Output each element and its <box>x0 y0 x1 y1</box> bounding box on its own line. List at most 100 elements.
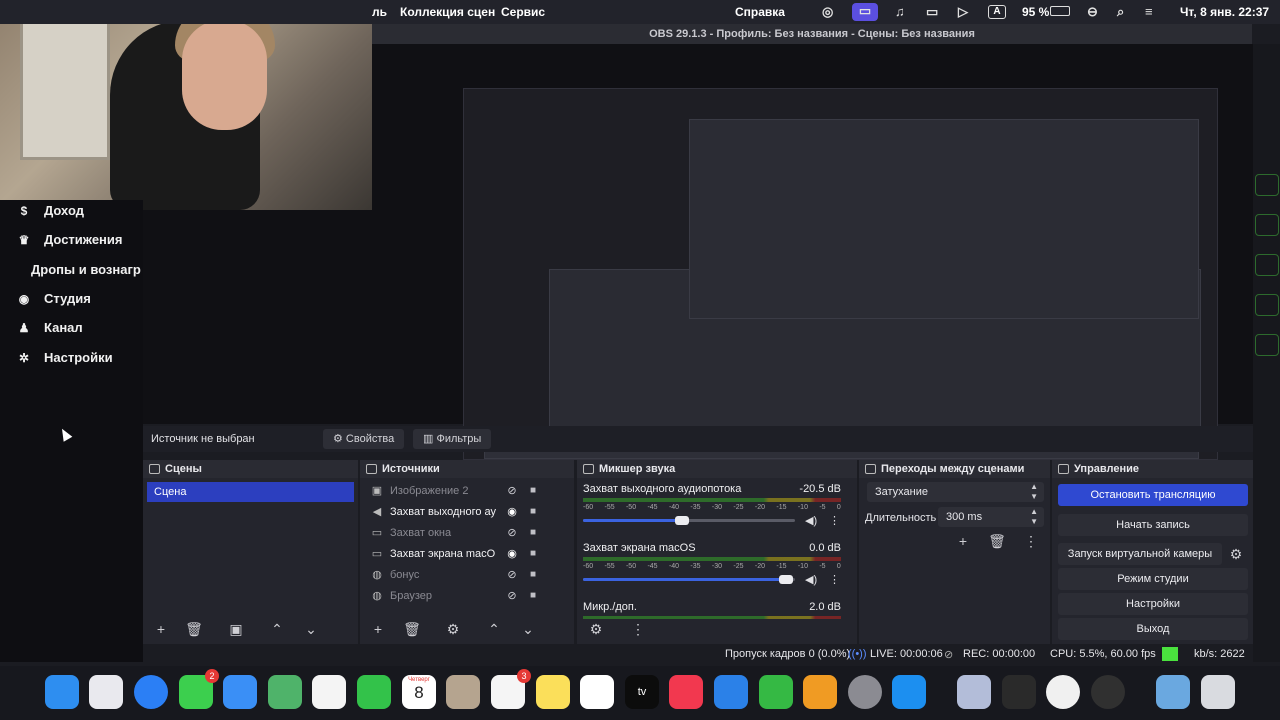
volume-slider[interactable] <box>583 516 795 525</box>
maps-icon[interactable] <box>268 675 302 709</box>
lock-icon[interactable]: ■ <box>528 481 538 501</box>
move-down-button[interactable]: ⌄ <box>300 618 322 640</box>
eye-slash-icon[interactable]: ⊘ <box>505 586 519 606</box>
eye-slash-icon[interactable]: ⊘ <box>505 523 519 543</box>
sidebar-item-channel[interactable]: ♟ Канал <box>18 320 83 335</box>
sidebar-item-income[interactable]: $ Доход <box>18 203 84 218</box>
mail-icon[interactable] <box>223 675 257 709</box>
edge-button[interactable] <box>1255 174 1279 196</box>
source-item[interactable]: ◍ Браузер <box>370 586 550 606</box>
sidebar-item-studio[interactable]: ◉ Студия <box>18 291 91 306</box>
edge-button[interactable] <box>1255 254 1279 276</box>
sidebar-item-achievements[interactable]: ♛ Достижения <box>18 232 123 247</box>
contacts-icon[interactable] <box>446 675 480 709</box>
trash-bin-icon[interactable] <box>1201 675 1235 709</box>
battery-icon[interactable] <box>1050 6 1070 16</box>
eye-slash-icon[interactable]: ⊘ <box>505 565 519 585</box>
gear-icon[interactable]: ⚙ <box>585 618 607 640</box>
speaker-icon[interactable]: ◀) <box>805 573 817 586</box>
chrome-icon[interactable] <box>1046 675 1080 709</box>
facetime-icon[interactable] <box>357 675 391 709</box>
keynote-icon[interactable] <box>714 675 748 709</box>
messages-icon[interactable]: 2 <box>179 669 219 709</box>
sidebar-item-settings[interactable]: ✲ Настройки <box>18 350 113 365</box>
menu-item-scene-collection[interactable]: Коллекция сцен <box>400 5 495 19</box>
downloads-folder-icon[interactable] <box>1156 675 1190 709</box>
trash-icon[interactable]: 🗑 <box>401 618 423 640</box>
stop-streaming-button[interactable]: Остановить трансляцию <box>1058 484 1248 506</box>
pages-icon[interactable] <box>803 675 837 709</box>
reminders-icon[interactable]: 3 <box>491 669 531 709</box>
menu-item-tools[interactable]: Сервис <box>501 5 545 19</box>
move-up-button[interactable]: ⌃ <box>266 618 288 640</box>
studio-mode-button[interactable]: Режим студии <box>1058 568 1248 590</box>
start-recording-button[interactable]: Начать запись <box>1058 514 1248 536</box>
filter-scene-button[interactable]: ▣ <box>225 618 247 640</box>
menu-item-edit[interactable]: ль <box>372 5 387 19</box>
system-settings-icon[interactable] <box>848 675 882 709</box>
more-options-icon[interactable]: ⋮ <box>1020 530 1042 552</box>
trash-icon[interactable]: 🗑 <box>986 530 1008 552</box>
more-options-icon[interactable]: ⋮ <box>829 514 840 527</box>
lock-icon[interactable]: ■ <box>528 565 538 585</box>
source-item[interactable]: ◀ Захват выходного ау <box>370 502 550 522</box>
lock-icon[interactable]: ■ <box>528 586 538 606</box>
control-center-icon[interactable]: ≡ <box>1145 4 1153 19</box>
lock-icon[interactable]: ■ <box>528 523 538 543</box>
finder-icon[interactable] <box>45 675 79 709</box>
automator-icon[interactable] <box>957 675 991 709</box>
edge-button[interactable] <box>1255 334 1279 356</box>
settings-button[interactable]: Настройки <box>1058 593 1248 615</box>
source-item[interactable]: ▭ Захват окна <box>370 523 550 543</box>
lock-icon[interactable]: ■ <box>528 502 538 522</box>
menubar-clock[interactable]: Чт, 8 янв. 22:37 <box>1180 5 1269 19</box>
link-icon[interactable]: ⊖ <box>1087 4 1098 20</box>
obs-icon[interactable] <box>1091 675 1125 709</box>
piano-icon[interactable] <box>1002 675 1036 709</box>
lock-icon[interactable]: ■ <box>528 544 538 564</box>
add-source-button[interactable]: + <box>367 618 389 640</box>
duration-stepper[interactable]: 300 ms ▲ ▼ <box>938 507 1044 527</box>
screen-record-icon[interactable]: ▭ <box>852 3 878 21</box>
eye-slash-icon[interactable]: ⊘ <box>505 481 519 501</box>
volume-knob[interactable] <box>675 516 689 525</box>
more-options-icon[interactable]: ⋮ <box>829 573 840 586</box>
volume-slider[interactable] <box>583 575 795 584</box>
add-scene-button[interactable]: + <box>150 618 172 640</box>
search-icon[interactable]: ⌕ <box>1117 4 1124 20</box>
creative-cloud-icon[interactable]: ◎ <box>822 4 833 20</box>
headphones-icon[interactable]: ♫ <box>895 4 905 19</box>
keyboard-layout[interactable]: A <box>988 5 1006 19</box>
numbers-icon[interactable] <box>759 675 793 709</box>
source-item[interactable]: ◍ бонус <box>370 565 550 585</box>
launchpad-icon[interactable] <box>89 675 123 709</box>
freeform-icon[interactable] <box>580 675 614 709</box>
speaker-icon[interactable]: ◀) <box>805 514 817 527</box>
more-options-icon[interactable]: ⋮ <box>627 618 649 640</box>
gear-icon[interactable]: ⚙ <box>1225 543 1247 565</box>
eye-icon[interactable]: ◉ <box>505 544 519 564</box>
source-item[interactable]: ▣ Изображение 2 <box>370 481 550 501</box>
play-icon[interactable]: ▷ <box>958 4 968 20</box>
source-item[interactable]: ▭ Захват экрана macO <box>370 544 550 564</box>
menu-item-help[interactable]: Справка <box>735 5 785 19</box>
move-down-button[interactable]: ⌄ <box>517 618 539 640</box>
volume-knob[interactable] <box>779 575 793 584</box>
edge-button[interactable] <box>1255 294 1279 316</box>
add-transition-button[interactable]: + <box>952 530 974 552</box>
trash-icon[interactable]: 🗑 <box>183 618 205 640</box>
transition-select[interactable]: Затухание ▲ ▼ <box>867 482 1044 502</box>
photos-icon[interactable] <box>312 675 346 709</box>
move-up-button[interactable]: ⌃ <box>483 618 505 640</box>
edge-button[interactable] <box>1255 214 1279 236</box>
eye-icon[interactable]: ◉ <box>505 502 519 522</box>
calendar-icon[interactable]: Четверг 8 <box>402 675 436 709</box>
properties-button[interactable]: ⚙ Свойства <box>323 429 405 449</box>
scene-item[interactable]: Сцена <box>147 482 354 502</box>
display-icon[interactable]: ▭ <box>926 4 938 20</box>
gear-icon[interactable]: ⚙ <box>442 618 464 640</box>
music-icon[interactable] <box>669 675 703 709</box>
sidebar-item-drops[interactable]: Дропы и вознагр <box>31 262 141 277</box>
filters-button[interactable]: ▥ Фильтры <box>413 429 492 449</box>
start-virtual-camera-button[interactable]: Запуск виртуальной камеры <box>1058 543 1222 565</box>
